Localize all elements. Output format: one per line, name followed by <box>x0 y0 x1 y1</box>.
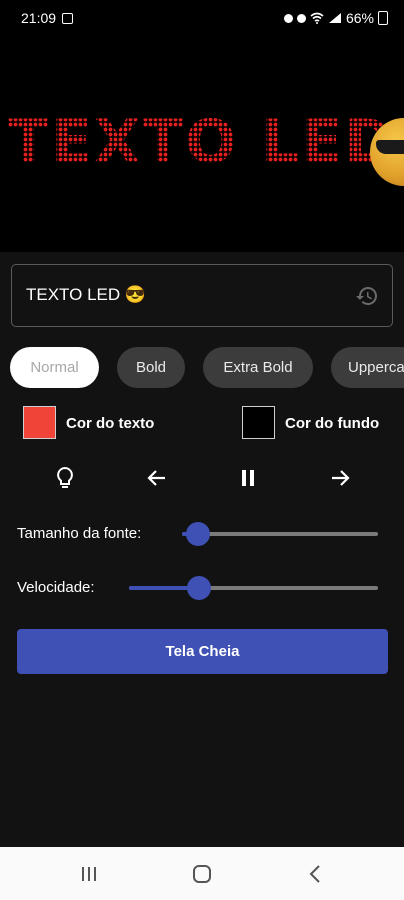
lightbulb-icon[interactable] <box>51 462 79 494</box>
status-time: 21:09 <box>21 10 57 26</box>
led-preview: TEXTO LED <box>0 36 404 252</box>
led-text-input-value[interactable]: TEXTO LED 😎 <box>26 285 146 305</box>
status-right: 66% <box>283 10 388 26</box>
signal-icon <box>328 13 341 23</box>
text-color-swatch[interactable] <box>23 406 56 439</box>
background-color-label: Cor do fundo <box>285 415 380 432</box>
color-row: Cor do texto Cor do fundo <box>0 406 404 442</box>
back-icon[interactable] <box>303 863 327 885</box>
background-color-swatch[interactable] <box>242 406 275 439</box>
arrow-left-icon[interactable] <box>143 462 171 494</box>
gallery-notification-icon <box>62 12 74 24</box>
status-left: 21:09 <box>21 10 74 26</box>
speed-slider-row: Velocidade: <box>0 573 404 603</box>
wifi-icon <box>310 12 324 24</box>
battery-icon <box>378 11 388 25</box>
font-size-label: Tamanho da fonte: <box>17 525 142 542</box>
system-nav-bar <box>0 847 404 900</box>
status-bar: 21:09 66% <box>0 0 404 36</box>
fullscreen-button[interactable]: Tela Cheia <box>17 629 388 674</box>
app-screen: 21:09 66% TEXTO LED TEXTO LED 😎 Normal B… <box>0 0 404 900</box>
led-text-input[interactable]: TEXTO LED 😎 <box>11 264 393 327</box>
chip-uppercase[interactable]: Uppercase <box>331 347 404 388</box>
font-size-slider[interactable] <box>182 522 378 546</box>
led-preview-text: TEXTO LED <box>8 102 396 182</box>
font-size-slider-thumb[interactable] <box>185 522 210 546</box>
text-color-label: Cor do texto <box>66 415 155 432</box>
history-icon[interactable] <box>355 284 379 308</box>
recent-apps-icon[interactable] <box>77 863 101 885</box>
speed-slider[interactable] <box>129 576 378 600</box>
speed-slider-thumb[interactable] <box>186 576 211 600</box>
alarm-icon <box>283 13 293 23</box>
arrow-right-icon[interactable] <box>326 462 354 494</box>
chip-extra-bold[interactable]: Extra Bold <box>203 347 313 388</box>
home-icon[interactable] <box>190 863 214 885</box>
speed-label: Velocidade: <box>17 579 95 596</box>
chip-bold[interactable]: Bold <box>117 347 185 388</box>
settings-notification-icon <box>296 13 306 23</box>
font-size-slider-row: Tamanho da fonte: <box>0 519 404 549</box>
chip-normal[interactable]: Normal <box>10 347 99 388</box>
playback-controls <box>0 462 404 494</box>
battery-percent: 66% <box>345 10 374 26</box>
pause-icon[interactable] <box>234 462 262 494</box>
